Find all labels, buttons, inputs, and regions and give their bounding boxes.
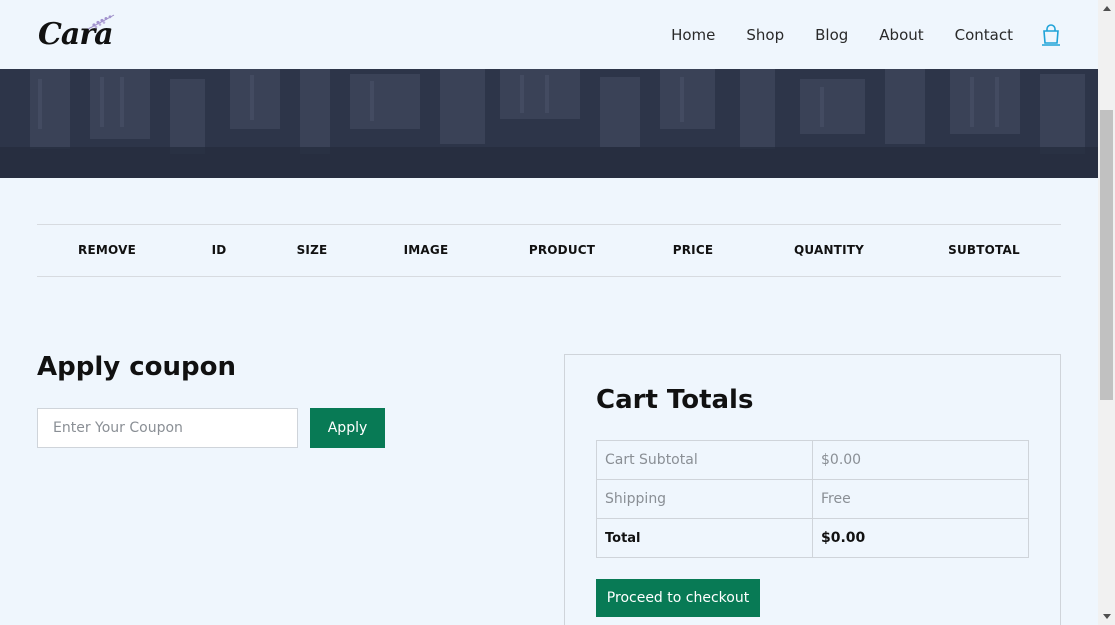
column-header-quantity: QUANTITY <box>793 243 865 257</box>
column-header-image: IMAGE <box>403 243 449 257</box>
scroll-up-arrow-icon[interactable] <box>1098 0 1115 17</box>
cart-totals-panel: Cart Totals Cart Subtotal $0.00 Shipping… <box>564 354 1061 625</box>
column-header-product: PRODUCT <box>528 243 596 257</box>
cart-table-header: REMOVE ID SIZE IMAGE PRODUCT PRICE QUANT… <box>37 224 1061 277</box>
site-header: Cara Home Shop Blog About Contact <box>0 0 1098 69</box>
totals-label: Shipping <box>596 479 813 519</box>
main-nav: Home Shop Blog About Contact <box>671 23 1061 46</box>
coupon-input[interactable] <box>37 408 298 448</box>
totals-row-subtotal: Cart Subtotal $0.00 <box>596 440 1029 480</box>
column-header-id: ID <box>211 243 227 257</box>
logo[interactable]: Cara <box>38 14 115 52</box>
nav-contact[interactable]: Contact <box>955 26 1013 44</box>
nav-home[interactable]: Home <box>671 26 715 44</box>
column-header-size: SIZE <box>296 243 328 257</box>
page: Cara Home Shop Blog About Contact REMOVE… <box>0 0 1115 625</box>
totals-value: $0.00 <box>812 440 1029 480</box>
apply-coupon-button[interactable]: Apply <box>310 408 385 448</box>
column-header-subtotal: SUBTOTAL <box>948 243 1020 257</box>
totals-row-total: Total $0.00 <box>596 518 1029 558</box>
cart-totals-table: Cart Subtotal $0.00 Shipping Free Total … <box>596 440 1029 558</box>
column-header-price: PRICE <box>672 243 714 257</box>
scrollbar-thumb[interactable] <box>1100 110 1113 400</box>
totals-label: Cart Subtotal <box>596 440 813 480</box>
proceed-to-checkout-button[interactable]: Proceed to checkout <box>596 579 760 617</box>
cart-totals-title: Cart Totals <box>596 385 754 415</box>
totals-label: Total <box>596 518 813 558</box>
nav-shop[interactable]: Shop <box>746 26 784 44</box>
nav-about[interactable]: About <box>879 26 923 44</box>
scroll-down-arrow-icon[interactable] <box>1098 608 1115 625</box>
totals-value: $0.00 <box>812 518 1029 558</box>
nav-blog[interactable]: Blog <box>815 26 848 44</box>
totals-row-shipping: Shipping Free <box>596 479 1029 519</box>
page-banner <box>0 69 1098 178</box>
coupon-title: Apply coupon <box>37 352 237 382</box>
page-scrollbar[interactable] <box>1098 0 1115 625</box>
shopping-bag-icon[interactable] <box>1041 23 1061 46</box>
totals-value: Free <box>812 479 1029 519</box>
lavender-sprig-icon <box>87 14 115 30</box>
column-header-remove: REMOVE <box>78 243 136 257</box>
city-skyline-image <box>0 69 1098 178</box>
